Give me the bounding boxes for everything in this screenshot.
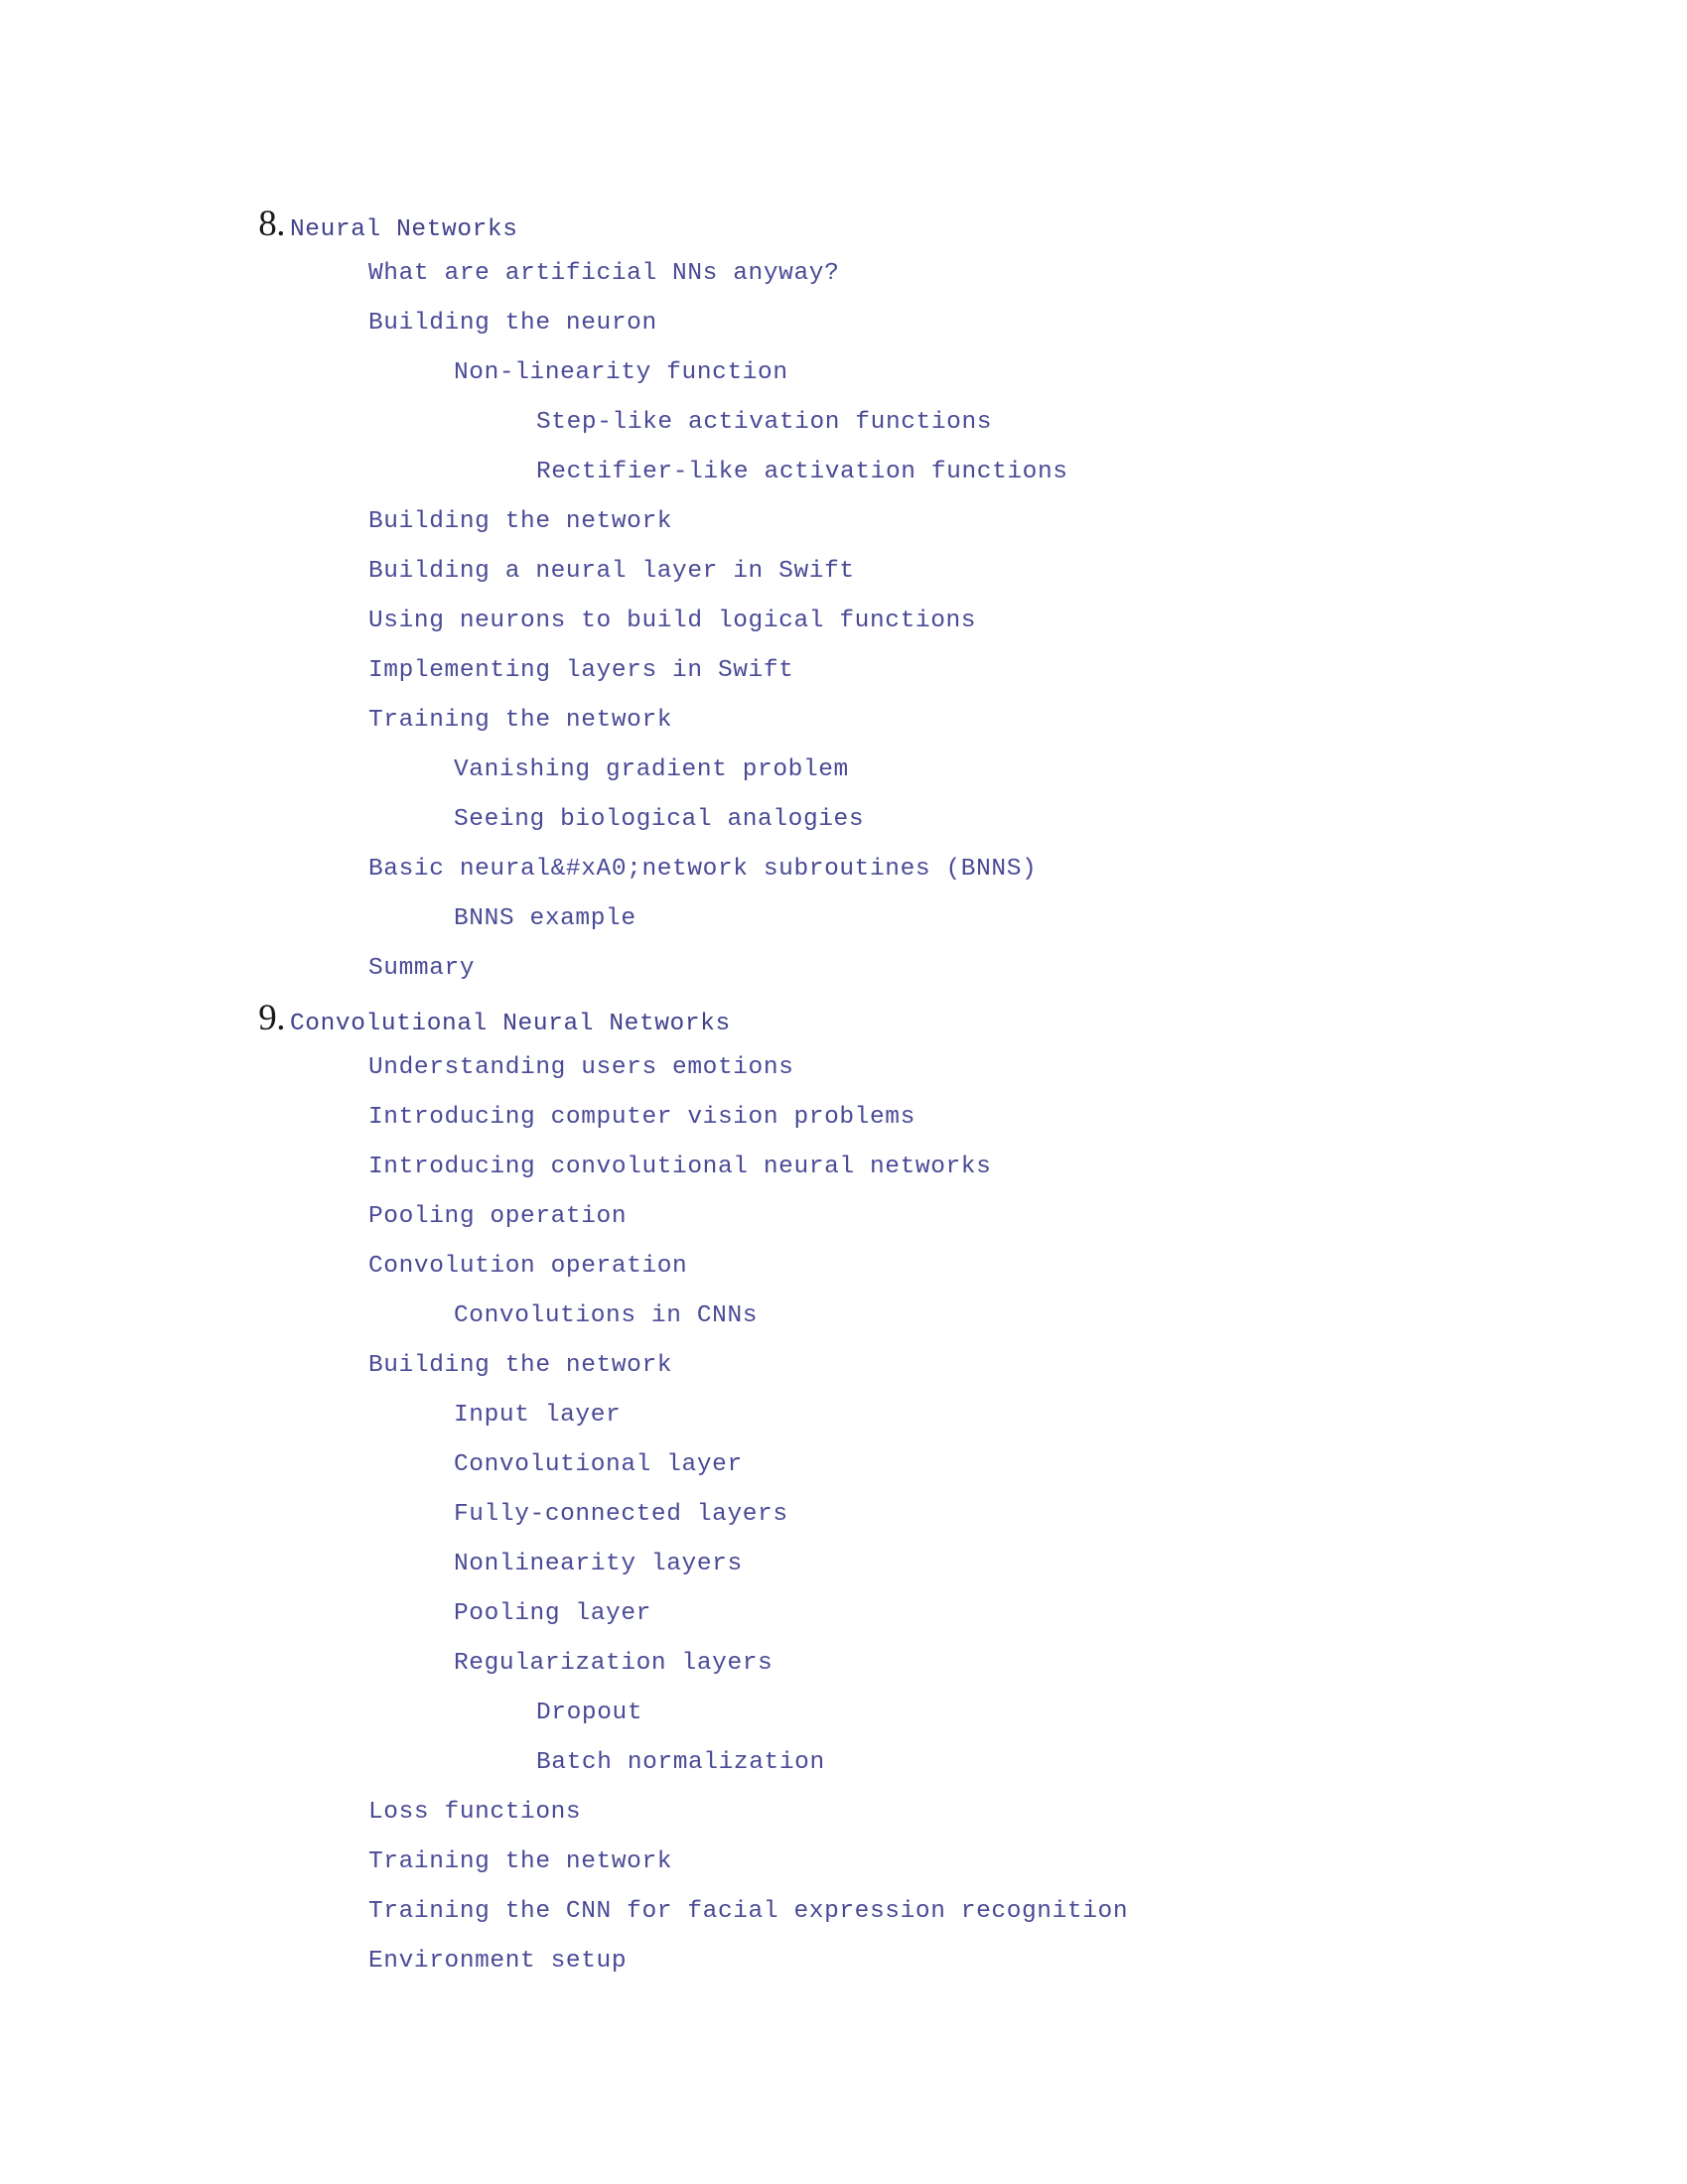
toc-entry-level-1[interactable]: Convolution operation (0, 1242, 1687, 1292)
toc-entry-level-1[interactable]: Building a neural layer in Swift (0, 547, 1687, 597)
toc-entry-level-1[interactable]: Building the network (0, 497, 1687, 547)
toc-entry-level-1[interactable]: Building the neuron (0, 299, 1687, 348)
toc-entry-level-1[interactable]: What are artificial NNs anyway? (0, 249, 1687, 299)
toc-entry-level-1[interactable]: Training the network (0, 696, 1687, 746)
toc-entry-level-1[interactable]: Loss functions (0, 1788, 1687, 1838)
toc-entry-level-1[interactable]: Using neurons to build logical functions (0, 597, 1687, 646)
chapter-title-link[interactable]: Convolutional Neural Networks (290, 1000, 731, 1049)
toc-entry-level-1[interactable]: Pooling operation (0, 1192, 1687, 1242)
toc-entry-level-3[interactable]: Dropout (0, 1689, 1687, 1738)
chapter-heading[interactable]: 9. Convolutional Neural Networks (0, 994, 1687, 1043)
toc-entry-level-1[interactable]: Training the CNN for facial expression r… (0, 1887, 1687, 1937)
chapter-heading[interactable]: 8. Neural Networks (0, 200, 1687, 249)
toc-entry-level-2[interactable]: Nonlinearity layers (0, 1540, 1687, 1589)
toc-entry-level-2[interactable]: Seeing biological analogies (0, 795, 1687, 845)
toc-entry-level-2[interactable]: BNNS example (0, 894, 1687, 944)
toc-entry-level-1[interactable]: Environment setup (0, 1937, 1687, 1986)
toc-entry-level-2[interactable]: Fully-connected layers (0, 1490, 1687, 1540)
table-of-contents: 8. Neural Networks What are artificial NNs… (0, 0, 1687, 1986)
toc-entry-level-2[interactable]: Regularization layers (0, 1639, 1687, 1689)
toc-entry-level-2[interactable]: Vanishing gradient problem (0, 746, 1687, 795)
toc-entry-level-2[interactable]: Convolutions in CNNs (0, 1292, 1687, 1341)
toc-entry-level-1[interactable]: Implementing layers in Swift (0, 646, 1687, 696)
toc-entry-level-2[interactable]: Non-linearity function (0, 348, 1687, 398)
toc-entry-level-1[interactable]: Summary (0, 944, 1687, 994)
chapter-number: 8. (258, 204, 285, 244)
toc-entry-level-1[interactable]: Understanding users emotions (0, 1043, 1687, 1093)
toc-entry-level-1[interactable]: Building the network (0, 1341, 1687, 1391)
toc-entry-level-1[interactable]: Training the network (0, 1838, 1687, 1887)
toc-entry-level-3[interactable]: Step-like activation functions (0, 398, 1687, 448)
chapter-title-link[interactable]: Neural Networks (290, 205, 518, 255)
chapter-number: 9. (258, 998, 285, 1038)
toc-entry-level-1[interactable]: Introducing convolutional neural network… (0, 1143, 1687, 1192)
toc-entry-level-1[interactable]: Basic neural&#xA0;network subroutines (B… (0, 845, 1687, 894)
toc-entry-level-2[interactable]: Input layer (0, 1391, 1687, 1440)
toc-entry-level-2[interactable]: Pooling layer (0, 1589, 1687, 1639)
top-margin-spacer (0, 0, 1687, 200)
toc-entry-level-2[interactable]: Convolutional layer (0, 1440, 1687, 1490)
toc-entry-level-3[interactable]: Batch normalization (0, 1738, 1687, 1788)
toc-entry-level-3[interactable]: Rectifier-like activation functions (0, 448, 1687, 497)
toc-entry-level-1[interactable]: Introducing computer vision problems (0, 1093, 1687, 1143)
